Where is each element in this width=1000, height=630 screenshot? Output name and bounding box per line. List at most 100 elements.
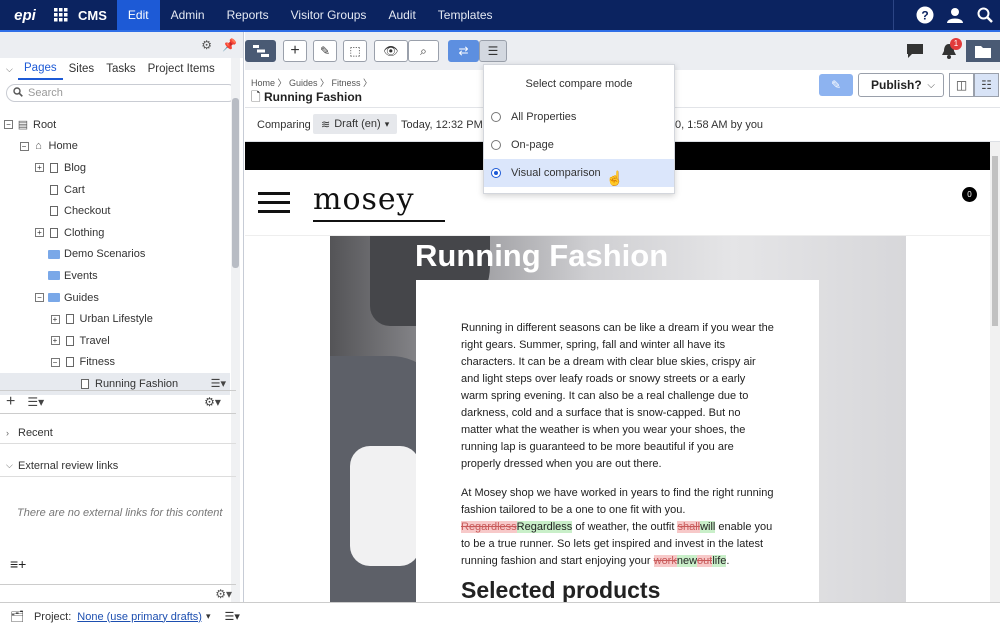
project-selector[interactable]: None (use primary drafts)	[77, 611, 202, 623]
tab-pages[interactable]: Pages	[18, 62, 63, 80]
preview-scrollbar[interactable]	[990, 142, 1000, 602]
app-grid-icon[interactable]	[50, 0, 72, 30]
compare-mode-list-button[interactable]: ☰	[479, 40, 507, 62]
publish-button[interactable]: Publish? ⌵	[858, 73, 944, 97]
svg-text:?: ?	[921, 9, 928, 23]
cart-count-badge[interactable]: 0	[962, 187, 977, 202]
compare-button[interactable]: ⇄	[448, 40, 479, 62]
page-icon	[65, 314, 74, 325]
recent-section[interactable]: › Recent	[0, 422, 236, 444]
nav-reports[interactable]: Reports	[216, 0, 280, 30]
tree-item-label: Demo Scenarios	[64, 248, 146, 261]
help-icon[interactable]: ?	[910, 0, 940, 30]
tree-item-events[interactable]: Events	[0, 265, 230, 287]
project-label: Project:	[33, 610, 72, 623]
footer-settings-icon[interactable]: ⚙▾	[215, 587, 232, 601]
select-area-button[interactable]: ⬚	[343, 40, 367, 62]
list-view-button[interactable]: ☷	[974, 73, 999, 97]
article-paragraph-1: Running in different seasons can be like…	[461, 322, 774, 470]
notifications-bell-icon[interactable]: 1	[932, 38, 966, 62]
left-version-label: Draft (en)	[334, 118, 381, 130]
search-icon	[13, 86, 23, 100]
option-visual-comparison[interactable]: Visual comparison	[484, 159, 674, 187]
tab-project-items[interactable]: Project Items	[142, 63, 221, 79]
context-menu-icon[interactable]: ☰▾	[211, 377, 226, 390]
nav-visitor-groups[interactable]: Visitor Groups	[280, 0, 378, 30]
tree-item-checkout[interactable]: Checkout	[0, 200, 230, 222]
pane-settings-icon[interactable]: ⚙	[201, 38, 212, 52]
tree-item-root[interactable]: − ▤ Root	[0, 114, 230, 136]
global-nav-bar: epi CMS Edit Admin Reports Visitor Group…	[0, 0, 1000, 30]
nav-audit[interactable]: Audit	[377, 0, 426, 30]
review-links-section[interactable]: ⌵ External review links	[0, 455, 236, 477]
tree-item-blog[interactable]: + Blog	[0, 157, 230, 179]
comments-icon[interactable]	[898, 40, 932, 62]
nav-edit[interactable]: Edit	[116, 0, 160, 30]
tree-item-guides[interactable]: − Guides	[0, 287, 230, 309]
left-version-selector[interactable]: ≋ Draft (en) ▾	[313, 114, 398, 134]
tab-sites[interactable]: Sites	[63, 63, 101, 79]
tree-item-fitness[interactable]: − Fitness	[0, 352, 230, 374]
user-icon[interactable]	[940, 0, 970, 30]
expand-toggle-icon[interactable]: +	[50, 336, 60, 346]
section-heading: Selected products	[461, 577, 661, 602]
view-settings-button[interactable]: ⌕	[408, 40, 439, 62]
option-all-properties[interactable]: All Properties	[484, 103, 674, 131]
hamburger-menu-icon[interactable]	[258, 192, 290, 214]
page-icon	[65, 357, 74, 368]
search-icon[interactable]	[970, 0, 1000, 30]
preview-eye-icon[interactable]: 👁	[374, 40, 408, 62]
brand-underline	[313, 220, 445, 222]
tree-item-cart[interactable]: Cart	[0, 179, 230, 201]
tree-item-label: Urban Lifestyle	[79, 313, 153, 326]
toggle-nav-pane-button[interactable]	[245, 40, 276, 62]
tree-settings-icon[interactable]: ⚙▾	[204, 395, 221, 409]
expand-toggle-icon[interactable]: +	[50, 314, 60, 324]
add-page-icon[interactable]: +	[6, 393, 15, 411]
page-title-text: Running Fashion	[264, 90, 362, 104]
expand-toggle-icon[interactable]: −	[50, 357, 60, 367]
empty-review-links-text: There are no external links for this con…	[17, 507, 223, 519]
add-content-button[interactable]: +	[283, 40, 307, 62]
tree-item-travel[interactable]: + Travel	[0, 330, 230, 352]
nav-admin[interactable]: Admin	[160, 0, 216, 30]
assets-pane-button[interactable]	[966, 40, 1000, 62]
search-placeholder: Search	[28, 87, 63, 99]
tree-menu-icon[interactable]: ☰▾	[27, 395, 44, 409]
tab-tasks[interactable]: Tasks	[100, 63, 141, 79]
page-search-input[interactable]: Search	[6, 84, 237, 102]
expand-toggle-icon[interactable]: −	[19, 141, 29, 151]
edit-pencil-button[interactable]: ✎	[819, 74, 853, 96]
tree-item-demo-scenarios[interactable]: Demo Scenarios	[0, 244, 230, 266]
expand-toggle-icon[interactable]: −	[4, 120, 13, 130]
page-icon	[50, 184, 58, 195]
expand-toggle-icon[interactable]: +	[35, 163, 44, 173]
folder-icon	[48, 271, 60, 281]
tree-item-clothing[interactable]: + Clothing	[0, 222, 230, 244]
pane-scrollbar[interactable]	[231, 58, 240, 606]
edit-properties-button[interactable]: ✎	[313, 40, 337, 62]
option-label: On-page	[511, 139, 554, 151]
publish-label: Publish?	[871, 78, 922, 92]
pin-icon[interactable]: 📌	[222, 38, 237, 52]
left-version-date: Today, 12:32 PM b	[401, 119, 492, 131]
add-review-link-icon[interactable]: ≡+	[10, 556, 26, 572]
diff-removed: work	[653, 555, 677, 567]
option-on-page[interactable]: On-page	[484, 131, 674, 159]
tree-item-label: Blog	[64, 161, 87, 174]
tree-item-home[interactable]: − ⌂ Home	[0, 136, 230, 158]
tree-item-label: Travel	[79, 334, 110, 347]
expand-toggle-icon[interactable]: −	[35, 293, 44, 303]
expand-toggle-icon[interactable]: +	[35, 228, 44, 238]
root-icon: ▤	[17, 119, 29, 132]
tree-item-label: Root	[33, 118, 57, 131]
project-dropdown-icon[interactable]: ▾	[206, 611, 211, 622]
collapse-chevron-icon[interactable]: ⌵	[6, 64, 18, 75]
side-by-side-view-button[interactable]: ◫	[949, 73, 974, 97]
project-menu-icon[interactable]: ☰▾	[225, 610, 240, 623]
tree-item-urban-lifestyle[interactable]: + Urban Lifestyle	[0, 308, 230, 330]
nav-templates[interactable]: Templates	[427, 0, 504, 30]
tree-item-label: Home	[48, 140, 78, 153]
epi-logo[interactable]: epi	[0, 0, 50, 30]
page-icon	[65, 335, 74, 346]
